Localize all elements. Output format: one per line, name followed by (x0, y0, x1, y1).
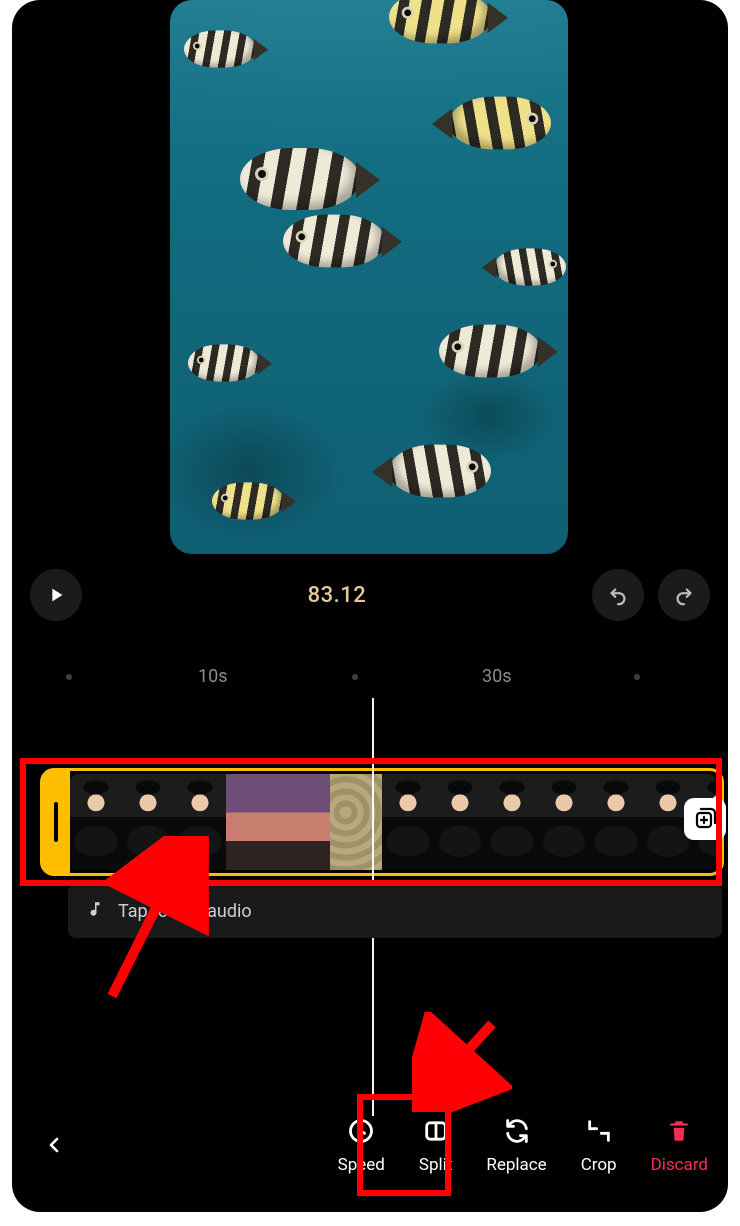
clip-thumb (434, 774, 486, 870)
timecode: 83.12 (308, 583, 367, 608)
add-audio-label: Tap to add audio (118, 901, 252, 922)
undo-button[interactable] (592, 569, 644, 621)
speed-icon (345, 1115, 377, 1147)
clip-thumb (330, 774, 382, 870)
ruler-tick (634, 674, 640, 680)
clip-thumb (174, 774, 226, 870)
bottom-toolbar: Speed Split Replace (12, 1090, 728, 1200)
clip-thumbnails[interactable] (70, 774, 716, 870)
ruler-label: 10s (198, 666, 228, 687)
tool-label: Replace (486, 1155, 546, 1175)
clip-thumb (538, 774, 590, 870)
crop-icon (583, 1115, 615, 1147)
clip-trim-handle-left[interactable] (42, 768, 70, 876)
timeline-ruler[interactable]: 10s 30s (12, 660, 728, 694)
music-icon (86, 900, 104, 923)
tool-label: Crop (581, 1155, 617, 1175)
clip-thumb (70, 774, 122, 870)
tool-discard[interactable]: Discard (651, 1115, 708, 1175)
video-preview[interactable] (170, 0, 568, 554)
tool-crop[interactable]: Crop (581, 1115, 617, 1175)
tool-label: Speed (338, 1155, 385, 1175)
tool-label: Discard (651, 1155, 708, 1175)
clip-thumb (122, 774, 174, 870)
clip-strip[interactable] (32, 770, 722, 874)
add-clip-button[interactable] (684, 798, 726, 840)
clip-thumb (278, 774, 330, 870)
clip-thumb (590, 774, 642, 870)
clip-thumb (486, 774, 538, 870)
trash-icon (663, 1115, 695, 1147)
clip-thumb (382, 774, 434, 870)
ruler-tick (66, 674, 72, 680)
redo-button[interactable] (658, 569, 710, 621)
back-button[interactable] (32, 1123, 76, 1167)
tool-label: Split (419, 1155, 452, 1175)
play-button[interactable] (30, 569, 82, 621)
clip-thumb (226, 774, 278, 870)
split-icon (420, 1115, 452, 1147)
ruler-label: 30s (482, 666, 512, 687)
add-audio-row[interactable]: Tap to add audio (68, 884, 722, 938)
tool-replace[interactable]: Replace (486, 1115, 546, 1175)
replace-icon (501, 1115, 533, 1147)
editor-screen: 83.12 10s 30s (12, 0, 728, 1212)
tool-split[interactable]: Split (419, 1115, 452, 1175)
tool-speed[interactable]: Speed (338, 1115, 385, 1175)
ruler-tick (352, 674, 358, 680)
